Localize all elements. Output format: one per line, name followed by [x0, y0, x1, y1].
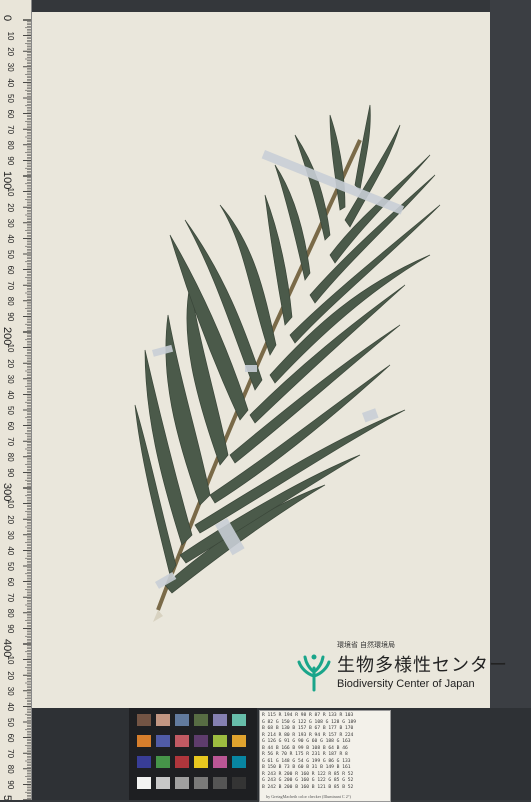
ruler-label: 50 — [6, 562, 15, 571]
center-name-japanese: 生物多様性センター — [337, 655, 508, 675]
ruler-label: 40 — [6, 702, 15, 711]
scanner-background-right — [490, 0, 531, 800]
ruler-label: 10 — [6, 656, 15, 665]
color-table-row: B 44 B 166 B 99 B 108 B 64 B 46 — [262, 745, 348, 751]
ruler-label: 90 — [6, 312, 15, 321]
ruler-label: 90 — [6, 624, 15, 633]
ruler-ticks: 0102030405060708090100102030405060708090… — [1, 15, 31, 800]
ruler-label: 80 — [6, 453, 15, 462]
ruler-label: 50 — [6, 406, 15, 415]
color-patch — [175, 777, 189, 789]
ruler-label: 100 — [1, 171, 13, 189]
ruler-label: 70 — [6, 593, 15, 602]
institution-logo: 環境省 自然環境局 生物多様性センター Biodiversity Center … — [295, 640, 507, 700]
ruler-label: 40 — [6, 546, 15, 555]
ruler-label: 90 — [6, 156, 15, 165]
ruler-label: 300 — [1, 483, 13, 501]
ruler-label: 40 — [6, 390, 15, 399]
ruler-label: 60 — [6, 422, 15, 431]
ruler-label: 70 — [6, 749, 15, 758]
ruler-label: 30 — [6, 375, 15, 384]
ruler-label: 60 — [6, 734, 15, 743]
ruler-label: 20 — [6, 515, 15, 524]
color-patch — [232, 756, 246, 768]
color-checker-chart — [129, 708, 257, 800]
color-table-row: R 56 R 70 R 175 R 231 R 187 R 8 — [262, 752, 348, 757]
color-patch — [156, 735, 170, 747]
agency-name: 環境省 自然環境局 — [337, 642, 395, 649]
color-table-row: B 242 B 200 B 160 B 121 B 85 B 52 — [262, 784, 354, 790]
ruler-label: 50 — [6, 718, 15, 727]
ruler-label: 50 — [6, 94, 15, 103]
color-patch — [175, 735, 189, 747]
color-patch — [232, 777, 246, 789]
color-patch — [194, 777, 208, 789]
ruler-label: 30 — [6, 219, 15, 228]
color-patch — [137, 735, 151, 747]
ruler-label: 40 — [6, 234, 15, 243]
color-table-row: G 82 G 150 G 122 G 108 G 128 G 189 — [262, 719, 357, 725]
color-patch — [137, 756, 151, 768]
ruler-label: 40 — [6, 78, 15, 87]
ruler-label: 20 — [6, 203, 15, 212]
color-patch — [175, 714, 189, 726]
color-patch — [194, 756, 208, 768]
color-table-row: B 68 B 130 B 157 B 67 B 177 B 170 — [262, 726, 354, 731]
ruler-label: 30 — [6, 687, 15, 696]
measurement-ruler: 0 10 20 30 40 50 60 70 80 90 100 10 20 30 40 50 60 70 80 90… — [0, 0, 32, 800]
ruler-label: 30 — [6, 531, 15, 540]
ruler-label: 90 — [6, 780, 15, 789]
ruler-label: 10 — [6, 32, 15, 41]
ruler-label: 20 — [6, 671, 15, 680]
color-table-caption: by GretagMacbeth color checker (Illumina… — [266, 794, 351, 799]
center-name-english: Biodiversity Center of Japan — [337, 678, 475, 690]
ruler-label: 60 — [6, 578, 15, 587]
color-patch — [213, 714, 227, 726]
plant-specimen — [134, 104, 441, 622]
color-patch — [213, 777, 227, 789]
color-table-row: G 61 G 148 G 54 G 199 G 86 G 133 — [262, 758, 351, 764]
ruler-label: 50 — [6, 250, 15, 259]
ruler-label: 10 — [6, 344, 15, 353]
ruler-label: 80 — [6, 141, 15, 150]
color-patch — [175, 756, 189, 768]
ruler-label: 400 — [1, 639, 13, 657]
ruler-label: 80 — [6, 609, 15, 618]
color-table-row: G 126 G 91 G 90 G 60 G 188 G 163 — [262, 739, 351, 744]
ruler-label: 60 — [6, 266, 15, 275]
color-patch — [156, 756, 170, 768]
ruler-label: 90 — [6, 468, 15, 477]
color-patch — [156, 777, 170, 789]
color-patch — [137, 714, 151, 726]
color-patch — [194, 735, 208, 747]
color-table-row: R 115 R 194 R 98 R 87 R 133 R 103 — [262, 713, 354, 718]
color-table-row: G 243 G 200 G 160 G 122 G 85 G 52 — [262, 778, 354, 783]
color-patch — [194, 714, 208, 726]
ruler-label: 30 — [6, 63, 15, 72]
color-table-row: R 243 R 200 R 160 R 122 R 85 R 52 — [262, 771, 354, 777]
color-table-row: B 150 B 73 B 60 B 31 B 149 B 161 — [262, 765, 351, 770]
ruler-label: 10 — [6, 500, 15, 509]
ruler-label: 80 — [6, 297, 15, 306]
ruler-label: 20 — [6, 359, 15, 368]
ruler-label: 10 — [6, 188, 15, 197]
ruler-label: 500 — [1, 795, 13, 800]
color-patch — [232, 735, 246, 747]
color-values-table: R 115 R 194 R 98 R 87 R 133 R 103 G 82 G… — [259, 710, 391, 802]
ruler-label: 60 — [6, 110, 15, 119]
color-table-row: R 214 R 80 R 193 R 94 R 157 R 224 — [262, 732, 354, 738]
ruler-label: 20 — [6, 47, 15, 56]
ruler-label: 0 — [1, 15, 13, 21]
tree-logo-icon — [297, 654, 331, 692]
ruler-label: 80 — [6, 765, 15, 774]
ruler-label: 70 — [6, 281, 15, 290]
color-patch — [156, 714, 170, 726]
color-patch — [232, 714, 246, 726]
ruler-label: 200 — [1, 327, 13, 345]
ruler-label: 70 — [6, 125, 15, 134]
color-patch — [137, 777, 151, 789]
ruler-label: 70 — [6, 437, 15, 446]
color-patch — [213, 735, 227, 747]
color-patch — [213, 756, 227, 768]
